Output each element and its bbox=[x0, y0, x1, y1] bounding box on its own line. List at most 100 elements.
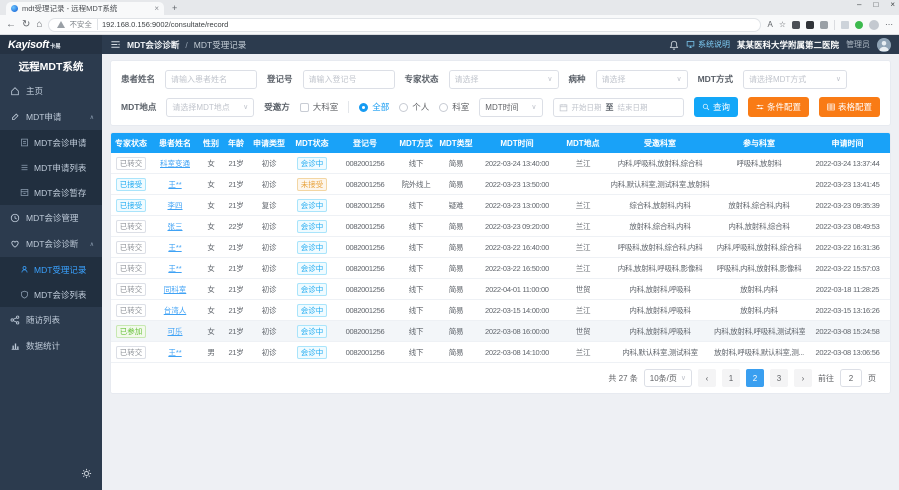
patient-name-link[interactable]: 台湾人 bbox=[164, 306, 187, 315]
patient-name-link[interactable]: 张三 bbox=[168, 222, 183, 231]
table-row[interactable]: 已参加 可乐 女 21岁 初诊 会诊中 0082001256 线下 简易 202… bbox=[111, 321, 890, 342]
radio-dept[interactable]: 科室 bbox=[439, 101, 469, 113]
sidebar-item-consult-diagnose[interactable]: MDT会诊诊断 ∧ bbox=[0, 231, 102, 257]
radio-icon bbox=[439, 103, 448, 112]
patient-name-link[interactable]: 王** bbox=[168, 180, 181, 189]
prev-page-button[interactable]: ‹ bbox=[698, 369, 716, 387]
mdt-type-cell: 简易 bbox=[437, 284, 475, 295]
table-config-button[interactable]: 表格配置 bbox=[819, 97, 880, 117]
radio-icon bbox=[399, 103, 408, 112]
sidebar-item-consult-list[interactable]: MDT会诊列表 bbox=[0, 282, 102, 307]
window-close-button[interactable]: × bbox=[890, 0, 895, 9]
patient-name-input[interactable] bbox=[165, 70, 257, 89]
expert-status-select[interactable]: 请选择∨ bbox=[449, 70, 559, 89]
sidebar-item-mdt-apply[interactable]: MDT申请 ∧ bbox=[0, 104, 102, 130]
condition-config-button[interactable]: 条件配置 bbox=[748, 97, 809, 117]
sidebar-item-consult-draft[interactable]: MDT会诊暂存 bbox=[0, 180, 102, 205]
radio-personal[interactable]: 个人 bbox=[399, 101, 429, 113]
extension-badge-icon[interactable] bbox=[855, 21, 863, 29]
table-row[interactable]: 已转交 同科室 女 21岁 初诊 会诊中 0082001256 线下 简易 20… bbox=[111, 279, 890, 300]
address-bar[interactable]: 不安全 192.168.0.156:9002/consultate/record bbox=[48, 18, 761, 32]
table-row[interactable]: 已转交 王** 女 21岁 初诊 会诊中 0082001256 线下 简易 20… bbox=[111, 258, 890, 279]
sex-cell: 女 bbox=[199, 284, 223, 295]
search-button[interactable]: 查询 bbox=[694, 97, 738, 117]
expert-status-tag: 已转交 bbox=[116, 157, 147, 170]
patient-name-link[interactable]: 可乐 bbox=[168, 327, 183, 336]
patient-name-link[interactable]: 李四 bbox=[168, 201, 183, 210]
favorite-star-icon[interactable]: ☆ bbox=[779, 20, 786, 29]
page-size-select[interactable]: 10条/页∨ bbox=[644, 369, 692, 387]
sidebar-item-home[interactable]: 主页 bbox=[0, 78, 102, 104]
sidebar-item-followup-list[interactable]: 随访列表 bbox=[0, 307, 102, 333]
back-button[interactable]: ← bbox=[6, 20, 16, 30]
collapse-menu-icon[interactable] bbox=[110, 39, 121, 50]
more-menu-icon[interactable]: ⋯ bbox=[885, 20, 893, 29]
page-button[interactable]: 1 bbox=[722, 369, 740, 387]
read-aloud-icon[interactable]: A bbox=[767, 20, 772, 29]
sidebar-item-statistics[interactable]: 数据统计 bbox=[0, 333, 102, 359]
sex-cell: 女 bbox=[199, 305, 223, 316]
system-help-link[interactable]: 系统说明 bbox=[686, 39, 730, 50]
extension-icon[interactable] bbox=[820, 21, 828, 29]
mdt-place-select[interactable]: 请选择MDT地点∨ bbox=[166, 98, 254, 117]
regno-cell: 0082001256 bbox=[335, 243, 395, 252]
patient-name-link[interactable]: 王** bbox=[168, 243, 181, 252]
table-row[interactable]: 已转交 台湾人 女 21岁 初诊 会诊中 0082001256 线下 简易 20… bbox=[111, 300, 890, 321]
settings-gear-icon[interactable] bbox=[81, 468, 92, 479]
patient-name-link[interactable]: 同科室 bbox=[164, 285, 187, 294]
sidebar-item-accept-record[interactable]: MDT受理记录 bbox=[0, 257, 102, 282]
page-button[interactable]: 3 bbox=[770, 369, 788, 387]
clock-icon bbox=[10, 213, 20, 223]
sidebar-item-consult-manage[interactable]: MDT会诊管理 bbox=[0, 205, 102, 231]
expert-status-tag: 已转交 bbox=[116, 304, 147, 317]
home-button[interactable]: ⌂ bbox=[36, 20, 42, 30]
table-row[interactable]: 已接受 李四 女 21岁 复诊 会诊中 0082001256 线下 疑难 202… bbox=[111, 195, 890, 216]
table-row[interactable]: 已转交 王** 女 21岁 初诊 会诊中 0082001256 线下 简易 20… bbox=[111, 237, 890, 258]
patient-name-link[interactable]: 科室变通 bbox=[160, 159, 190, 168]
table-row[interactable]: 已接受 王** 女 21岁 初诊 未接受 0082001256 院外线上 简易 … bbox=[111, 174, 890, 195]
patient-name-link[interactable]: 王** bbox=[168, 264, 181, 273]
goto-page-input[interactable] bbox=[840, 369, 862, 387]
table-row[interactable]: 已转交 科室变通 女 21岁 初诊 会诊中 0082001256 线下 简易 2… bbox=[111, 153, 890, 174]
column-header: 登记号 bbox=[335, 138, 395, 149]
disease-select[interactable]: 请选择∨ bbox=[596, 70, 688, 89]
mdt-way-cell: 线下 bbox=[395, 263, 437, 274]
patient-name-link[interactable]: 王** bbox=[168, 348, 181, 357]
refresh-button[interactable]: ↻ bbox=[22, 20, 30, 30]
sidebar-item-apply-list[interactable]: MDT申请列表 bbox=[0, 155, 102, 180]
mdt-place-cell: 兰江 bbox=[559, 158, 607, 169]
extension-icon[interactable] bbox=[792, 21, 800, 29]
user-avatar[interactable] bbox=[877, 38, 891, 52]
window-minimize-button[interactable]: – bbox=[857, 0, 861, 9]
table-row[interactable]: 已转交 王** 男 21岁 初诊 会诊中 0082001256 线下 简易 20… bbox=[111, 342, 890, 363]
regno-input[interactable] bbox=[303, 70, 395, 89]
new-tab-button[interactable]: + bbox=[172, 2, 177, 15]
next-page-button[interactable]: › bbox=[794, 369, 812, 387]
mdt-way-select[interactable]: 请选择MDT方式∨ bbox=[743, 70, 847, 89]
window-maximize-button[interactable]: □ bbox=[873, 0, 878, 9]
sidebar-item-consult-apply[interactable]: MDT会诊申请 bbox=[0, 130, 102, 155]
tab-close-icon[interactable]: × bbox=[154, 5, 159, 13]
chevron-down-icon: ∨ bbox=[243, 103, 248, 111]
browser-tab[interactable]: mdt受理记录 - 远程MDT系统 × bbox=[6, 2, 164, 15]
chevron-down-icon: ∨ bbox=[531, 103, 536, 111]
expert-status-tag: 已参加 bbox=[116, 325, 147, 338]
mdt-time-cell: 2022-03-08 16:00:00 bbox=[475, 327, 559, 336]
page-button[interactable]: 2 bbox=[746, 369, 764, 387]
breadcrumb-section[interactable]: MDT会诊诊断 bbox=[127, 39, 179, 51]
date-range-picker[interactable]: 开始日期 至 结束日期 bbox=[553, 98, 684, 117]
patient-name-label: 患者姓名 bbox=[121, 73, 155, 85]
notification-bell-icon[interactable] bbox=[669, 40, 679, 50]
browser-profile-icon[interactable] bbox=[869, 20, 879, 30]
mdt-place-label: MDT地点 bbox=[121, 101, 156, 113]
regno-label: 登记号 bbox=[267, 73, 293, 85]
table-row[interactable]: 已转交 张三 女 22岁 初诊 会诊中 0082001256 线下 简易 202… bbox=[111, 216, 890, 237]
apply-time-cell: 2022-03-23 09:35:39 bbox=[805, 201, 890, 210]
radio-all[interactable]: 全部 bbox=[359, 101, 389, 113]
sidebar: Kayisoft 卡易 远程MDT系统 主页 MDT申请 ∧ MDT会诊申请 bbox=[0, 35, 102, 490]
extension-icon[interactable] bbox=[806, 21, 814, 29]
big-dept-checkbox[interactable]: 大科室 bbox=[300, 101, 339, 113]
split-screen-icon[interactable] bbox=[841, 21, 849, 29]
column-header: MDT方式 bbox=[395, 138, 437, 149]
time-type-select[interactable]: MDT时间∨ bbox=[479, 98, 542, 117]
